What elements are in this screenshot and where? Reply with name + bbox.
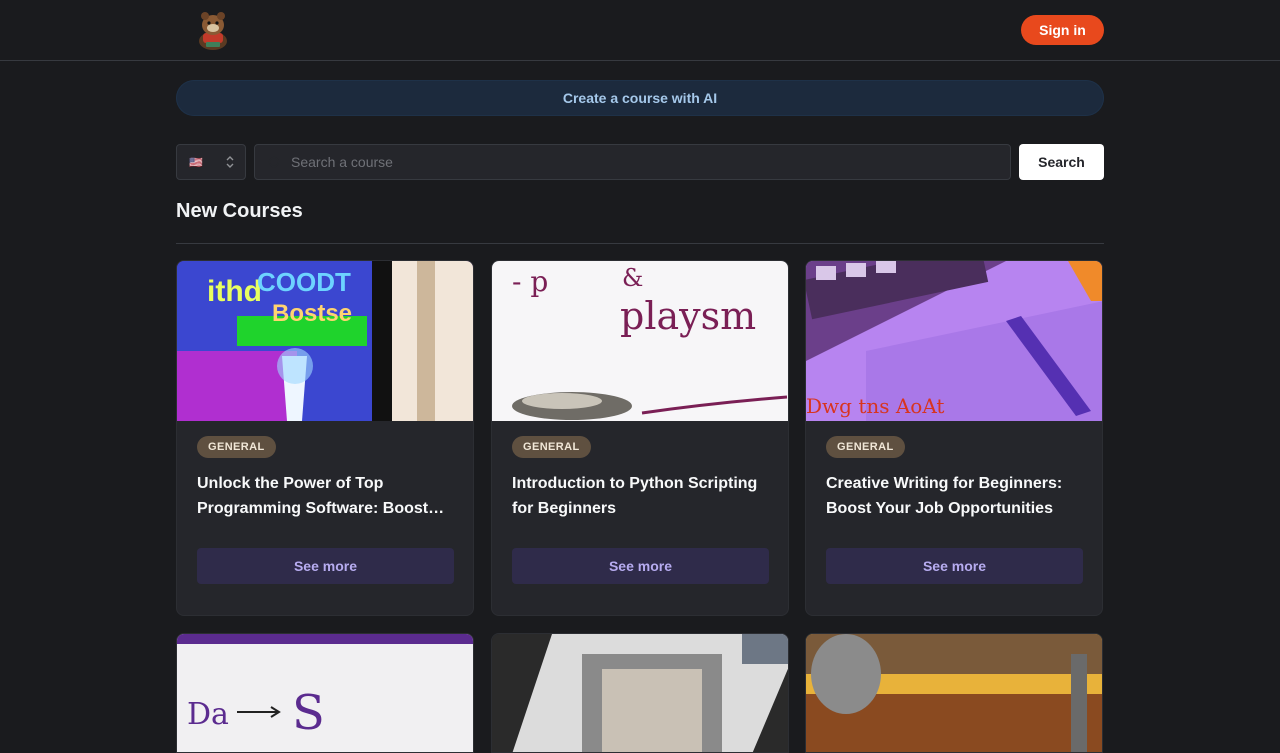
see-more-button[interactable]: See more [512,548,769,584]
svg-text:Bostse: Bostse [272,300,352,327]
search-button[interactable]: Search [1019,144,1104,180]
course-card[interactable]: ithd COODT Bostse GENERAL Unlock the Pow… [176,260,474,616]
course-thumbnail: - p & playsm [492,261,788,421]
svg-text:ithd: ithd [207,275,262,308]
category-badge: GENERAL [197,436,276,458]
search-icon [267,155,283,171]
svg-text:Dwg tns AoAt: Dwg tns AoAt [806,394,944,418]
divider [176,243,1104,244]
create-course-ai-button[interactable]: Create a course with AI [176,80,1104,116]
chevron-updown-icon [225,155,235,169]
course-card[interactable] [805,633,1103,753]
svg-text:&: & [622,264,643,292]
course-title: Introduction to Python Scripting for Beg… [512,475,758,517]
svg-text:S: S [292,685,325,741]
svg-text:- p: - p [512,265,548,298]
search-input[interactable] [291,145,991,179]
course-title: Creative Writing for Beginners: Boost Yo… [826,475,1063,517]
logo-icon[interactable] [194,9,232,51]
sign-in-button[interactable]: Sign in [1021,15,1104,45]
course-card[interactable]: - p & playsm GENERAL Introduction to Pyt… [491,260,789,616]
course-thumbnail [492,634,788,752]
course-card[interactable]: Dwg tns AoAt GENERAL Creative Writing fo… [805,260,1103,616]
course-thumbnail: S Da [177,634,473,752]
see-more-button[interactable]: See more [826,548,1083,584]
course-card[interactable] [491,633,789,753]
svg-text:Da: Da [187,697,229,732]
category-badge: GENERAL [512,436,591,458]
course-thumbnail: ithd COODT Bostse [177,261,473,421]
section-title: New Courses [176,200,303,222]
course-title: Unlock the Power of Top Programming Soft… [197,475,429,517]
course-thumbnail [806,634,1102,752]
svg-text:COODT: COODT [257,267,351,297]
language-flag: 🇺🇸 [189,156,203,169]
language-select[interactable]: 🇺🇸 [176,144,246,180]
see-more-button[interactable]: See more [197,548,454,584]
top-bar: Sign in [0,0,1280,61]
course-thumbnail: Dwg tns AoAt [806,261,1102,421]
search-field[interactable] [254,144,1011,180]
category-badge: GENERAL [826,436,905,458]
svg-text:playsm: playsm [620,294,756,338]
course-card[interactable]: S Da [176,633,474,753]
